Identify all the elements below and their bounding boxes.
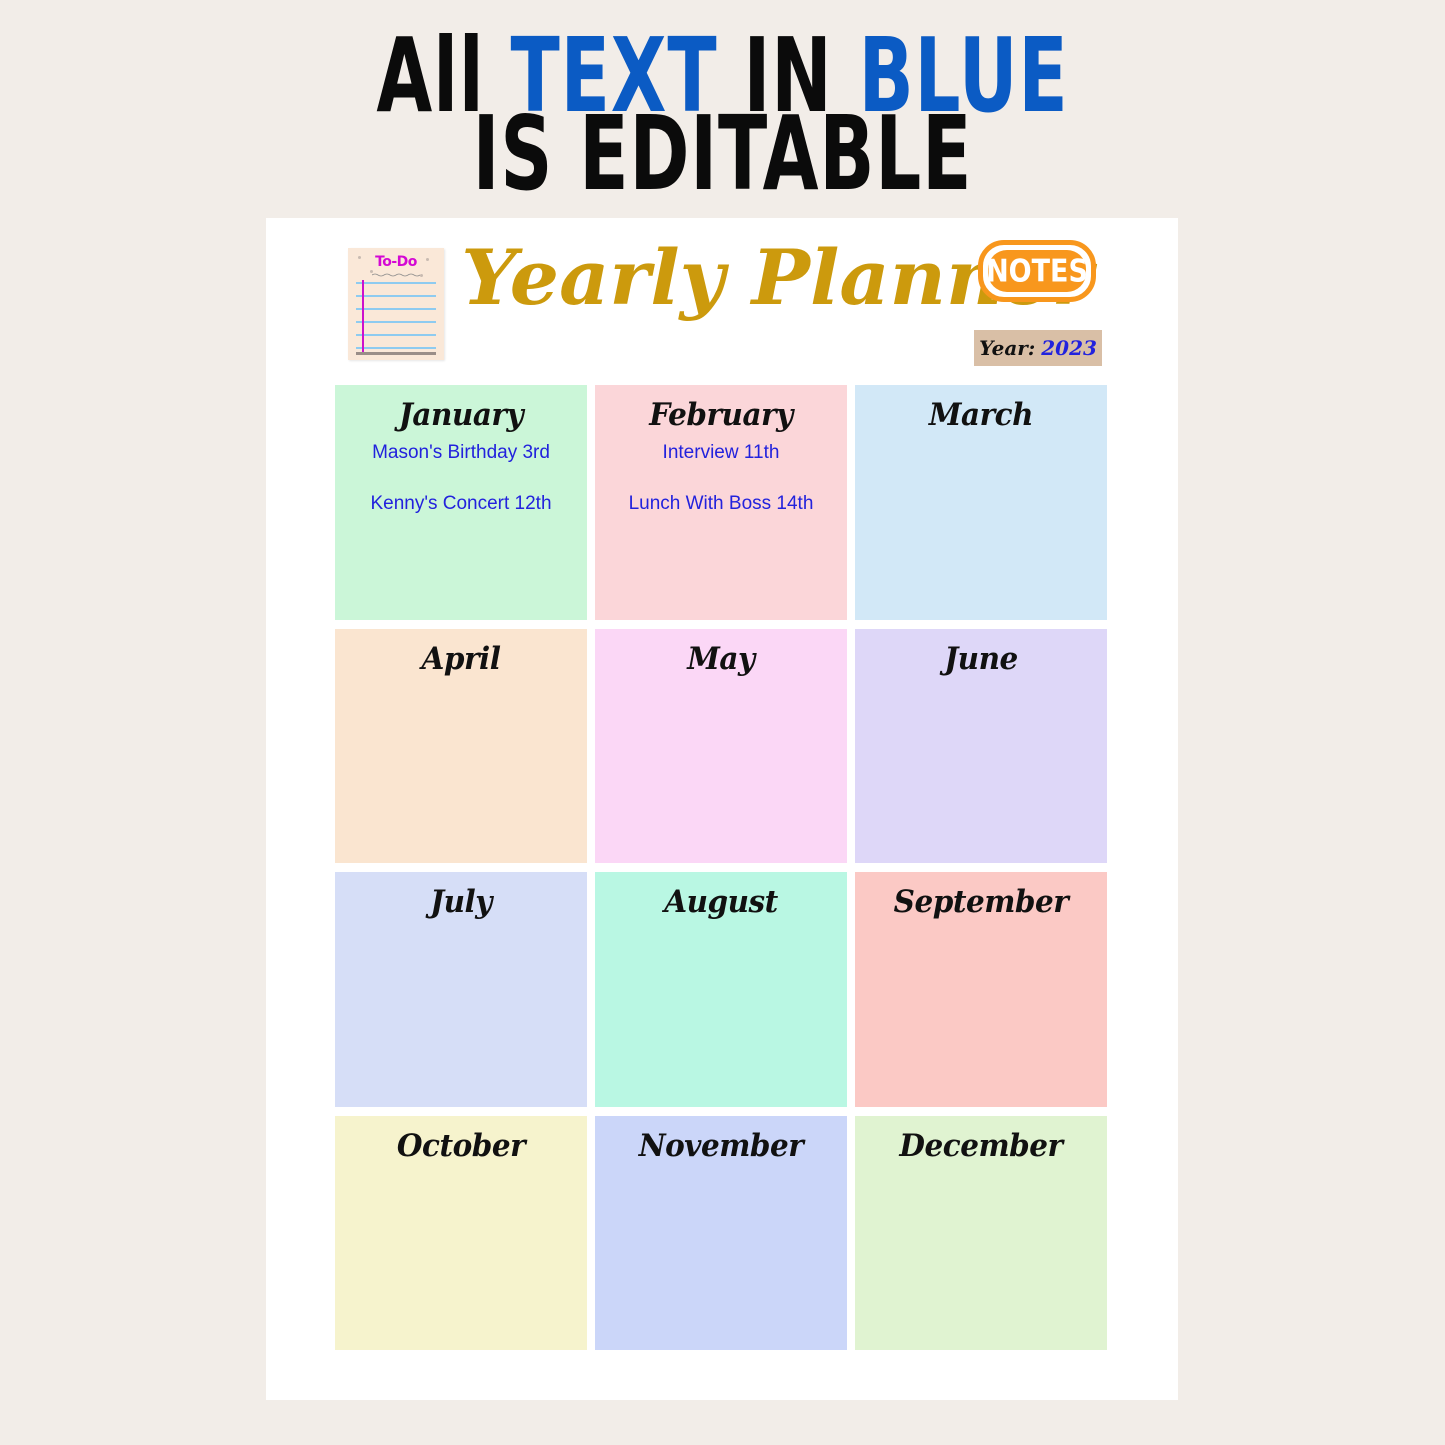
month-name-label: August (664, 884, 778, 920)
month-event-item[interactable]: Kenny's Concert 12th (335, 494, 587, 513)
month-name-label: November (638, 1127, 804, 1164)
month-cell-may[interactable]: May (595, 628, 847, 863)
month-name-label: May (687, 640, 755, 677)
month-name-label: October (396, 1127, 526, 1164)
month-cell-september[interactable]: September (855, 872, 1107, 1107)
notes-badge-label: NOTES (986, 253, 1088, 289)
todo-dot-icon (420, 274, 423, 277)
month-cell-october[interactable]: October (335, 1115, 587, 1350)
month-name-label: September (893, 884, 1069, 920)
notes-badge-fill: NOTES (986, 250, 1088, 292)
editable-notice-banner: All TEXT IN BLUE IS EDITABLE (0, 24, 1445, 205)
month-cell-august[interactable]: August (595, 872, 847, 1107)
month-cell-june[interactable]: June (855, 628, 1107, 863)
year-field-label: Year: (979, 336, 1036, 360)
year-field[interactable]: Year: 2023 (974, 330, 1102, 366)
month-name-label: January (398, 397, 524, 433)
planner-page: To-Do Yearly Planner NOTES Year: 2023 Ja… (266, 218, 1178, 1400)
month-name-label: March (928, 397, 1034, 433)
month-event-item[interactable]: Mason's Birthday 3rd (335, 443, 587, 462)
todo-dot-icon (426, 258, 429, 261)
todo-dot-icon (358, 256, 361, 259)
planner-header: To-Do Yearly Planner NOTES Year: 2023 (266, 218, 1178, 378)
month-cell-december[interactable]: December (855, 1115, 1107, 1350)
notes-badge[interactable]: NOTES (978, 240, 1096, 302)
todo-footer-line (356, 352, 436, 355)
month-name-label: December (899, 1127, 1063, 1164)
month-name-label: February (649, 397, 793, 433)
month-name-label: June (944, 640, 1018, 677)
todo-squiggle-icon (372, 273, 420, 277)
todo-rule-lines (356, 282, 436, 350)
month-event-item[interactable]: Interview 11th (595, 443, 847, 462)
month-cell-march[interactable]: March (855, 385, 1107, 620)
month-events-list[interactable]: Mason's Birthday 3rd Kenny's Concert 12th (335, 431, 587, 513)
month-name-label: July (430, 884, 492, 920)
todo-note-label: To-Do (375, 254, 417, 270)
month-name-label: April (421, 640, 501, 677)
page-title: Yearly Planner (461, 233, 1093, 322)
month-cell-january[interactable]: January Mason's Birthday 3rd Kenny's Conce… (335, 385, 587, 620)
year-field-value[interactable]: 2023 (1041, 336, 1097, 360)
month-cell-february[interactable]: February Interview 11th Lunch With Boss 14… (595, 385, 847, 620)
month-event-item[interactable]: Lunch With Boss 14th (595, 494, 847, 513)
month-grid: January Mason's Birthday 3rd Kenny's Conce… (335, 385, 1107, 1350)
todo-note-icon: To-Do (348, 248, 444, 360)
month-events-list[interactable]: Interview 11th Lunch With Boss 14th (595, 431, 847, 513)
month-cell-november[interactable]: November (595, 1115, 847, 1350)
month-cell-july[interactable]: July (335, 872, 587, 1107)
todo-dot-icon (370, 270, 373, 273)
banner-line-2: IS EDITABLE (472, 93, 973, 214)
todo-margin-line (362, 280, 364, 354)
month-cell-april[interactable]: April (335, 628, 587, 863)
